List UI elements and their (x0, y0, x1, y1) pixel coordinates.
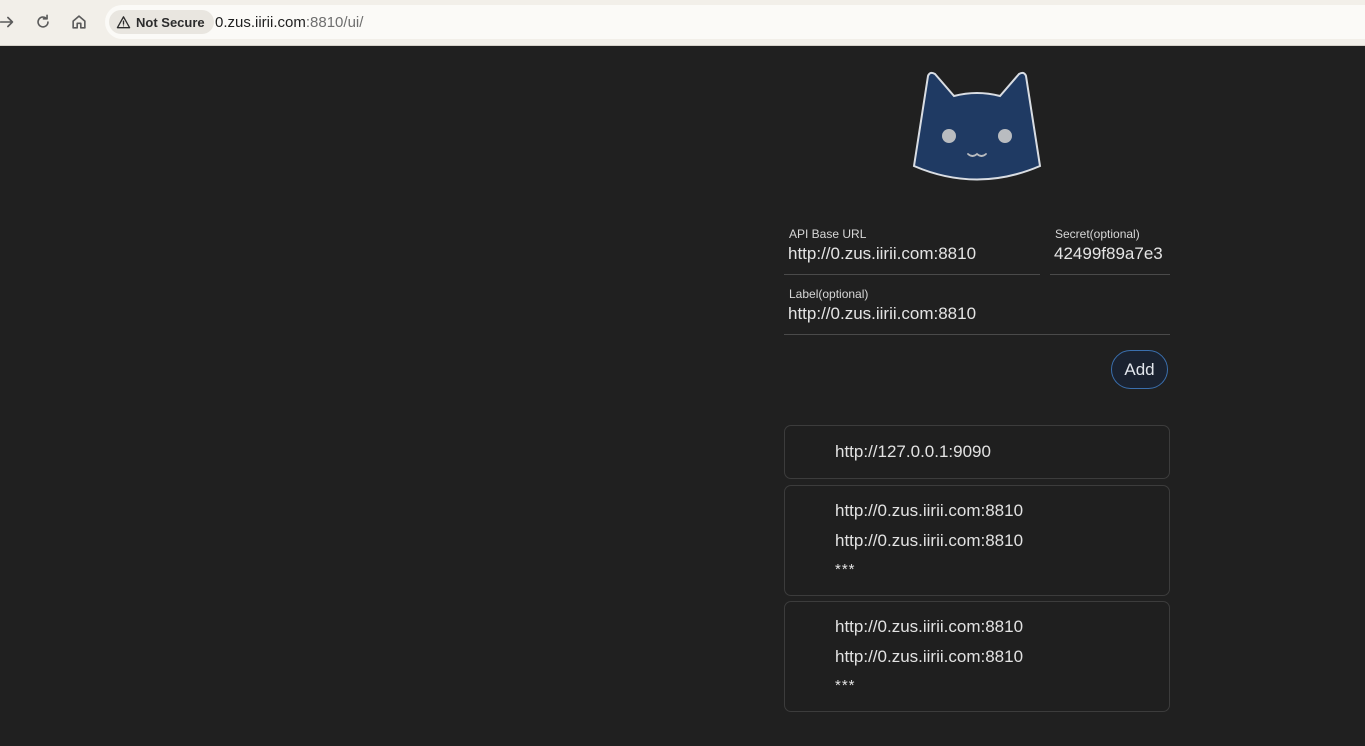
forward-arrow-icon[interactable] (0, 11, 18, 33)
secret-label: Secret(optional) (1055, 227, 1140, 241)
label-input[interactable]: http://0.zus.iirii.com:8810 (788, 304, 1170, 324)
security-label: Not Secure (136, 14, 205, 30)
address-bar[interactable]: Not Secure 0.zus.iirii.com:8810/ui/ (105, 5, 1365, 39)
backend-secret: *** (835, 561, 856, 578)
url-host: 0.zus.iirii.com (215, 14, 306, 31)
backend-secret: *** (835, 677, 856, 694)
add-button[interactable]: Add (1111, 350, 1168, 389)
reload-icon[interactable] (32, 11, 54, 33)
home-icon[interactable] (68, 11, 90, 33)
label-field-label: Label(optional) (789, 287, 869, 301)
backend-item[interactable]: http://0.zus.iirii.com:8810 http://0.zus… (784, 485, 1170, 596)
label-field[interactable]: Label(optional) http://0.zus.iirii.com:8… (784, 287, 1170, 335)
warning-icon (116, 15, 131, 28)
backend-url: http://0.zus.iirii.com:8810 (835, 617, 1024, 636)
url-path: :8810/ui/ (305, 14, 364, 31)
browser-toolbar: Not Secure 0.zus.iirii.com:8810/ui/ (0, 0, 1365, 46)
api-base-url-label: API Base URL (789, 227, 867, 241)
url-text[interactable]: 0.zus.iirii.com:8810/ui/ (215, 14, 363, 31)
backend-label: http://0.zus.iirii.com:8810 (835, 647, 1024, 666)
backend-url: http://0.zus.iirii.com:8810 (835, 501, 1024, 520)
secret-input[interactable]: 42499f89a7e3 (1054, 244, 1170, 264)
backend-url: http://127.0.0.1:9090 (835, 442, 991, 461)
backend-label: http://0.zus.iirii.com:8810 (835, 531, 1024, 550)
site-security-chip[interactable]: Not Secure (109, 10, 214, 34)
api-base-url-input[interactable]: http://0.zus.iirii.com:8810 (788, 244, 1040, 264)
api-base-url-field[interactable]: API Base URL http://0.zus.iirii.com:8810 (784, 227, 1040, 275)
backend-item[interactable]: http://127.0.0.1:9090 (784, 425, 1170, 479)
secret-field[interactable]: Secret(optional) 42499f89a7e3 (1050, 227, 1170, 275)
cat-logo-icon (912, 71, 1042, 181)
backend-item[interactable]: http://0.zus.iirii.com:8810 http://0.zus… (784, 601, 1170, 712)
